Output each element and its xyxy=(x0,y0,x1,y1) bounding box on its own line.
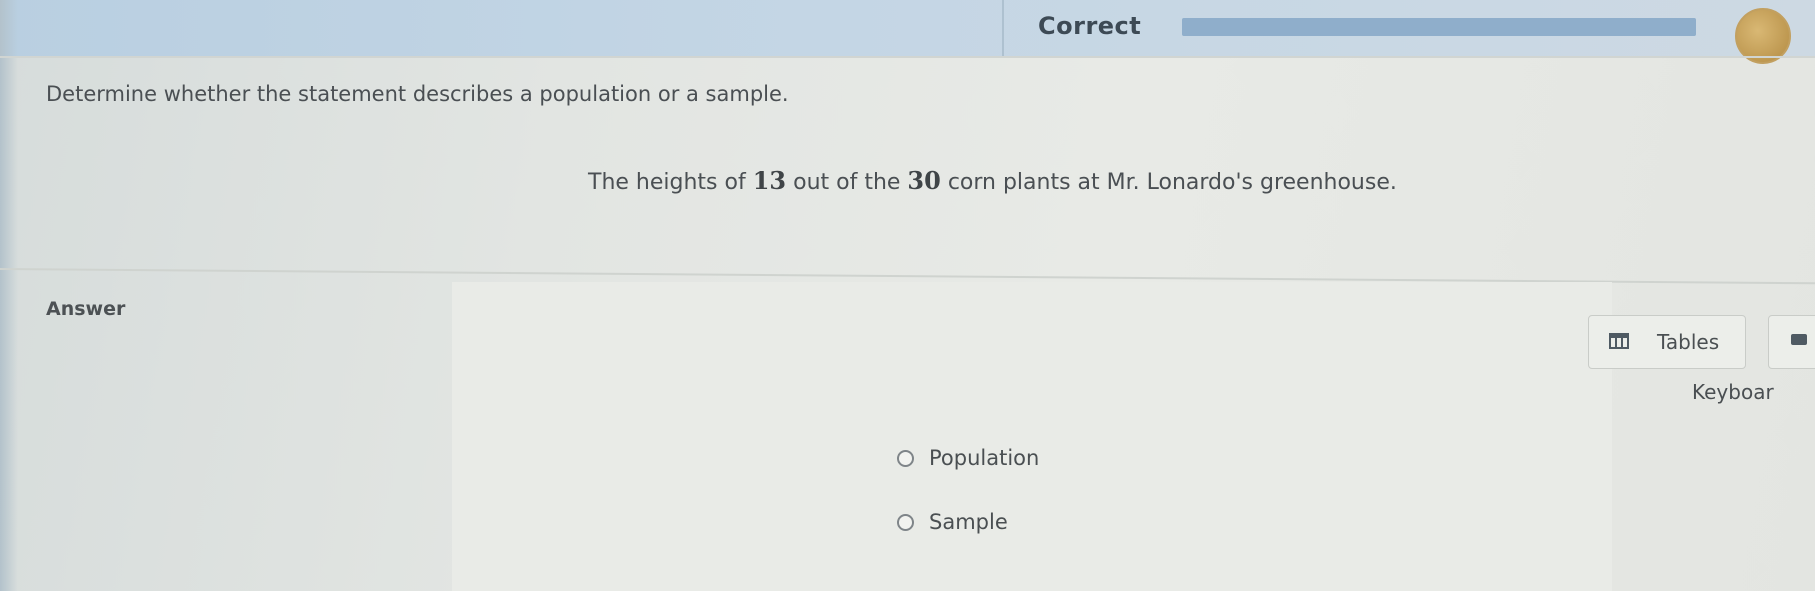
statement-text-middle: out of the xyxy=(786,170,908,195)
tables-button[interactable]: Tables xyxy=(1588,315,1746,369)
keyboard-label: Keyboar xyxy=(1692,380,1774,404)
answer-panel xyxy=(452,282,1612,591)
statement-count-part: 13 xyxy=(752,166,787,195)
question-statement: The heights of 13 out of the 30 corn pla… xyxy=(588,166,1397,195)
header-bottom-border xyxy=(0,56,1815,58)
status-text: Correct xyxy=(1038,12,1142,40)
header-divider xyxy=(1002,0,1004,56)
option-sample[interactable]: Sample xyxy=(897,510,1008,534)
table-icon xyxy=(1609,333,1629,349)
left-edge-shadow xyxy=(0,0,18,591)
keyboard-icon xyxy=(1791,334,1807,345)
answer-label: Answer xyxy=(46,298,126,320)
tables-label: Tables xyxy=(1657,330,1720,354)
radio-sample[interactable] xyxy=(897,513,914,531)
radio-population[interactable] xyxy=(897,449,914,467)
progress-bar xyxy=(1182,18,1696,36)
option-sample-label: Sample xyxy=(929,510,1008,534)
progress-bar-fill xyxy=(1182,18,1696,36)
question-instruction: Determine whether the statement describe… xyxy=(46,82,789,106)
statement-text-start: The heights of xyxy=(588,170,753,195)
keyboard-button[interactable] xyxy=(1768,315,1815,369)
statement-count-total: 30 xyxy=(907,166,941,195)
option-population-label: Population xyxy=(929,446,1040,470)
option-population[interactable]: Population xyxy=(897,446,1039,470)
statement-text-end: corn plants at Mr. Lonardo's greenhouse. xyxy=(940,170,1397,195)
